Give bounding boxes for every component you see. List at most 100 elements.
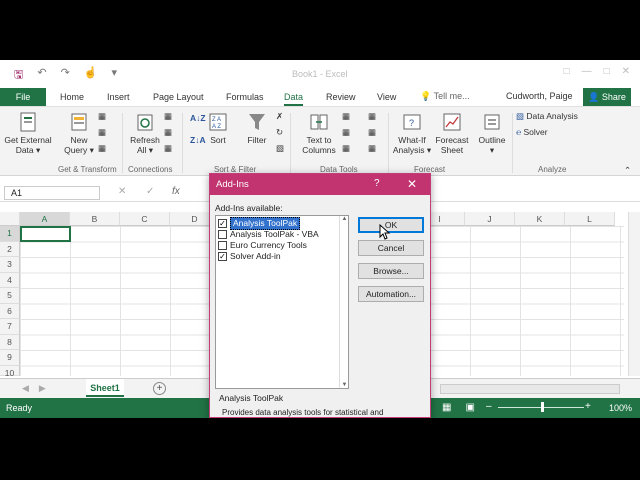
connections-icon[interactable]: ▦ bbox=[164, 111, 172, 122]
list-item[interactable]: ✓ Solver Add-in bbox=[218, 251, 338, 262]
normal-view-icon[interactable]: ▦ bbox=[442, 402, 451, 413]
reapply-icon[interactable]: ↻ bbox=[276, 127, 283, 138]
filter-button[interactable]: Filter bbox=[244, 111, 270, 145]
row-header[interactable]: 1 bbox=[0, 226, 20, 242]
data-validation-icon[interactable]: ▦ bbox=[342, 143, 350, 154]
from-table-icon[interactable]: ▦ bbox=[98, 127, 106, 138]
zoom-in-icon[interactable]: + bbox=[585, 401, 591, 412]
refresh-all-button[interactable]: Refresh All ▾ bbox=[128, 111, 162, 155]
checkbox-analysis-toolpak[interactable]: ✓ bbox=[218, 219, 227, 228]
list-scrollbar[interactable]: ▲ ▼ bbox=[339, 216, 348, 388]
redo-icon[interactable]: ↷ bbox=[61, 66, 70, 85]
sheet-tab[interactable]: Sheet1 bbox=[86, 379, 124, 397]
add-ins-list[interactable]: ✓ Analysis ToolPak Analysis ToolPak - VB… bbox=[215, 215, 349, 389]
manage-data-model-icon[interactable]: ▦ bbox=[368, 143, 376, 154]
tell-me-search[interactable]: 💡 Tell me... bbox=[420, 91, 470, 102]
text-to-columns-button[interactable]: Text to Columns bbox=[296, 111, 342, 155]
help-icon[interactable]: ? bbox=[374, 178, 380, 189]
zoom-slider-knob[interactable] bbox=[541, 402, 544, 412]
column-header[interactable]: L bbox=[565, 212, 615, 226]
show-queries-icon[interactable]: ▦ bbox=[98, 111, 106, 122]
close-window-icon[interactable]: ✕ bbox=[622, 66, 630, 77]
touch-mode-icon[interactable]: ☝ bbox=[84, 66, 98, 85]
minimize-icon[interactable]: — bbox=[582, 66, 592, 77]
column-header[interactable]: C bbox=[120, 212, 170, 226]
consolidate-icon[interactable]: ▦ bbox=[368, 111, 376, 122]
confirm-entry-icon[interactable]: ✓ bbox=[146, 186, 154, 197]
advanced-filter-icon[interactable]: ▧ bbox=[276, 143, 284, 154]
undo-icon[interactable]: ↶ bbox=[37, 66, 46, 85]
column-header[interactable]: B bbox=[70, 212, 120, 226]
forecast-sheet-button[interactable]: Forecast Sheet bbox=[434, 111, 470, 155]
list-item[interactable]: Euro Currency Tools bbox=[218, 240, 338, 251]
sheet-nav-arrows[interactable]: ◀▶ bbox=[22, 383, 56, 394]
sort-za-icon[interactable]: Z↓A bbox=[190, 135, 206, 145]
user-name[interactable]: Cudworth, Paige bbox=[506, 91, 573, 101]
sort-az-icon[interactable]: A↓Z bbox=[190, 113, 206, 123]
ok-button[interactable]: OK bbox=[358, 217, 424, 233]
column-header[interactable]: A bbox=[20, 212, 70, 226]
what-if-analysis-button[interactable]: ? What-If Analysis ▾ bbox=[390, 111, 434, 155]
get-external-data-button[interactable]: Get External Data ▾ bbox=[2, 111, 54, 155]
list-item[interactable]: ✓ Analysis ToolPak bbox=[218, 217, 338, 230]
vertical-scrollbar[interactable] bbox=[628, 212, 640, 376]
row-header[interactable]: 8 bbox=[0, 334, 20, 350]
insert-function-icon[interactable]: fx bbox=[172, 186, 180, 197]
customize-qat-icon[interactable]: ▾ bbox=[112, 66, 118, 85]
name-box[interactable]: A1 bbox=[4, 186, 100, 200]
automation-button[interactable]: Automation... bbox=[358, 286, 424, 302]
maximize-icon[interactable]: □ bbox=[604, 66, 610, 77]
outline-button[interactable]: Outline ▾ bbox=[474, 111, 510, 155]
recent-sources-icon[interactable]: ▦ bbox=[98, 143, 106, 154]
remove-duplicates-icon[interactable]: ▦ bbox=[342, 127, 350, 138]
row-header[interactable]: 9 bbox=[0, 350, 20, 366]
checkbox-solver-add-in[interactable]: ✓ bbox=[218, 252, 227, 261]
row-header[interactable]: 5 bbox=[0, 288, 20, 304]
sort-button[interactable]: Z AA Z Sort bbox=[206, 111, 230, 145]
new-query-button[interactable]: New Query ▾ bbox=[60, 111, 98, 155]
data-analysis-button[interactable]: ▧ Data Analysis bbox=[516, 111, 578, 122]
flash-fill-icon[interactable]: ▦ bbox=[342, 111, 350, 122]
tab-view[interactable]: View bbox=[377, 88, 396, 106]
relationships-icon[interactable]: ▦ bbox=[368, 127, 376, 138]
tab-review[interactable]: Review bbox=[326, 88, 356, 106]
properties-icon[interactable]: ▦ bbox=[164, 127, 172, 138]
scroll-down-icon[interactable]: ▼ bbox=[340, 382, 349, 388]
collapse-ribbon-icon[interactable]: ⌃ bbox=[624, 165, 631, 176]
browse-button[interactable]: Browse... bbox=[358, 263, 424, 279]
row-header[interactable]: 4 bbox=[0, 272, 20, 288]
tab-data[interactable]: Data bbox=[284, 88, 304, 106]
zoom-out-icon[interactable]: – bbox=[486, 401, 492, 412]
tab-home[interactable]: Home bbox=[60, 88, 84, 106]
zoom-level[interactable]: 100% bbox=[609, 403, 632, 413]
tab-insert[interactable]: Insert bbox=[107, 88, 130, 106]
row-header[interactable]: 2 bbox=[0, 241, 20, 257]
edit-links-icon[interactable]: ▦ bbox=[164, 143, 172, 154]
add-sheet-button[interactable]: + bbox=[153, 382, 166, 395]
tab-formulas[interactable]: Formulas bbox=[226, 88, 264, 106]
tab-page-layout[interactable]: Page Layout bbox=[153, 88, 204, 106]
page-layout-view-icon[interactable]: ▣ bbox=[465, 402, 474, 413]
horizontal-scrollbar[interactable] bbox=[440, 384, 620, 394]
cancel-button[interactable]: Cancel bbox=[358, 240, 424, 256]
row-header[interactable]: 7 bbox=[0, 319, 20, 335]
list-item[interactable]: Analysis ToolPak - VBA bbox=[218, 229, 338, 240]
cancel-entry-icon[interactable]: ✕ bbox=[118, 186, 126, 197]
column-header[interactable]: K bbox=[515, 212, 565, 226]
checkbox-euro-currency-tools[interactable] bbox=[218, 241, 227, 250]
row-header[interactable]: 3 bbox=[0, 257, 20, 273]
save-icon[interactable]: 🖫 bbox=[14, 66, 23, 85]
scroll-up-icon[interactable]: ▲ bbox=[340, 216, 349, 222]
tab-file[interactable]: File bbox=[0, 88, 46, 106]
share-button[interactable]: 👤 Share bbox=[583, 88, 631, 106]
column-header[interactable]: J bbox=[465, 212, 515, 226]
close-icon[interactable]: ✕ bbox=[407, 177, 417, 191]
active-cell-a1[interactable] bbox=[20, 226, 71, 242]
select-all-corner[interactable] bbox=[0, 212, 20, 226]
row-header[interactable]: 6 bbox=[0, 303, 20, 319]
clear-filter-icon[interactable]: ✗ bbox=[276, 111, 283, 122]
checkbox-analysis-toolpak-vba[interactable] bbox=[218, 230, 227, 239]
row-header[interactable]: 10 bbox=[0, 365, 20, 378]
solver-button[interactable]: ℮ Solver bbox=[516, 127, 548, 137]
ribbon-display-icon[interactable]: □ bbox=[564, 66, 570, 77]
